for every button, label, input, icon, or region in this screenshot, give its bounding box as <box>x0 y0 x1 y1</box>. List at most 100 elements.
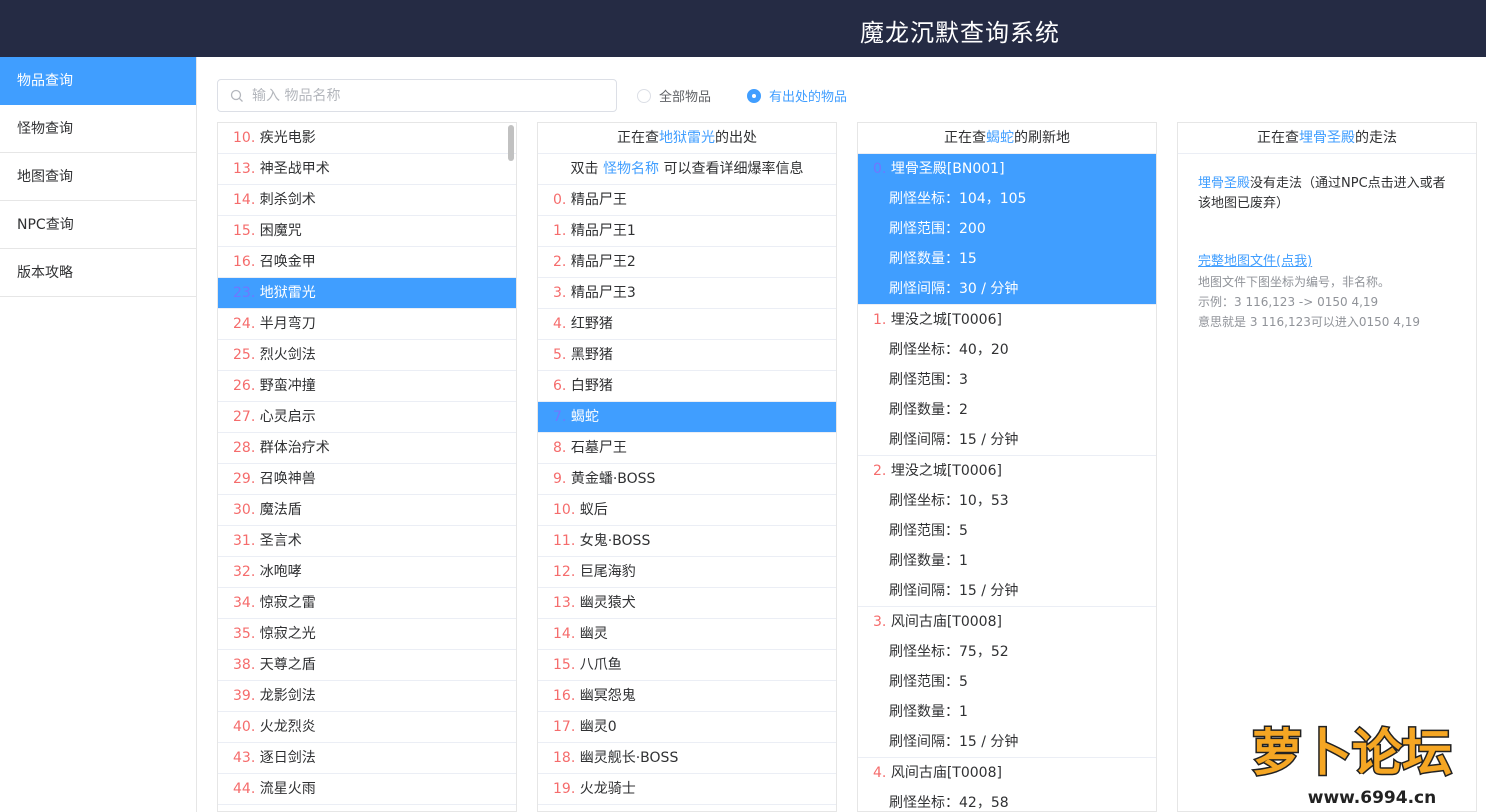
monster-row[interactable]: 4. 红野猪 <box>538 309 836 340</box>
search-input[interactable] <box>252 87 592 104</box>
monster-row[interactable]: 12. 巨尾海豹 <box>538 557 836 588</box>
item-name: 野蛮冲撞 <box>259 378 316 394</box>
monster-row[interactable]: 13. 幽灵猿犬 <box>538 588 836 619</box>
spawn-interval-value: 15 / 分钟 <box>959 432 1019 448</box>
item-row[interactable]: 29. 召唤神兽 <box>218 464 516 495</box>
monster-row[interactable]: 16. 幽冥怨鬼 <box>538 681 836 712</box>
monster-row[interactable]: 11. 女鬼·BOSS <box>538 526 836 557</box>
item-row[interactable]: 39. 龙影剑法 <box>218 681 516 712</box>
spawn-group[interactable]: 2. 埋没之城[T0006] 刷怪坐标：10，53 刷怪范围：5 刷怪数量：1 刷怪间隔… <box>858 456 1156 607</box>
item-row[interactable]: 25. 烈火剑法 <box>218 340 516 371</box>
item-row[interactable]: 13. 神圣战甲术 <box>218 154 516 185</box>
monster-name: 幽灵 <box>579 626 608 642</box>
row-index: 17 <box>553 719 571 735</box>
spawn-range-value: 5 <box>959 523 968 539</box>
route-note-3: 意思就是 3 116,123可以进入0150 4,19 <box>1198 315 1420 329</box>
item-row[interactable]: 24. 半月弯刀 <box>218 309 516 340</box>
spawn-group[interactable]: 4. 风间古庙[T0008] 刷怪坐标：42，58 <box>858 758 1156 811</box>
watermark-url: www.6994.cn <box>1308 788 1436 808</box>
scrollbar-thumb[interactable] <box>508 125 514 161</box>
watermark-title: 萝卜论坛 <box>1252 724 1452 782</box>
monster-row[interactable]: 1. 精品尸王1 <box>538 216 836 247</box>
monster-row[interactable]: 2. 精品尸王2 <box>538 247 836 278</box>
sidebar-item[interactable]: 物品查询 <box>0 57 196 105</box>
monster-row[interactable]: 5. 黑野猪 <box>538 340 836 371</box>
row-index-dot: . <box>250 254 260 270</box>
sidebar-item[interactable]: 怪物查询 <box>0 105 196 153</box>
row-index-dot: . <box>561 409 571 425</box>
row-index: 6 <box>553 378 562 394</box>
item-name: 流星火雨 <box>259 781 316 797</box>
search-icon <box>230 89 243 102</box>
item-search-box[interactable] <box>217 79 617 112</box>
sidebar-item[interactable]: 版本攻略 <box>0 249 196 297</box>
monster-row[interactable]: 17. 幽灵0 <box>538 712 836 743</box>
full-map-file-link[interactable]: 完整地图文件(点我) <box>1198 252 1312 272</box>
header-suffix: 的走法 <box>1355 130 1397 146</box>
header-prefix: 正在查 <box>1257 130 1299 146</box>
monster-row[interactable]: 18. 幽灵舰长·BOSS <box>538 743 836 774</box>
header-suffix: 的出处 <box>715 130 757 146</box>
spawn-map-title: 2. 埋没之城[T0006] <box>858 456 1156 486</box>
item-row[interactable]: 28. 群体治疗术 <box>218 433 516 464</box>
spawn-coord-value: 42，58 <box>959 795 1009 811</box>
item-name: 火龙烈炎 <box>259 719 316 735</box>
monster-row[interactable]: 6. 白野猪 <box>538 371 836 402</box>
sidebar-item[interactable]: NPC查询 <box>0 201 196 249</box>
item-row[interactable]: 44. 流星火雨 <box>218 774 516 805</box>
item-row[interactable]: 23. 地狱雷光 <box>218 278 516 309</box>
item-name: 魔法盾 <box>259 502 302 518</box>
item-list-panel: 10. 疾光电影 13. 神圣战甲术 14. 刺杀剑术 15. 困魔咒 16. 召唤金甲… <box>217 122 517 812</box>
spawn-count-label: 刷怪数量： <box>889 251 959 267</box>
monster-name: 白野猪 <box>570 378 613 394</box>
spawn-count: 刷怪数量：2 <box>858 395 1156 425</box>
monster-row[interactable]: 15. 八爪鱼 <box>538 650 836 681</box>
monster-row[interactable]: 0. 精品尸王 <box>538 185 836 216</box>
row-index-dot: . <box>250 502 260 518</box>
item-row[interactable]: 10. 疾光电影 <box>218 123 516 154</box>
row-index-dot: . <box>570 657 580 673</box>
item-row[interactable]: 15. 困魔咒 <box>218 216 516 247</box>
item-row[interactable]: 32. 冰咆哮 <box>218 557 516 588</box>
row-index: 30 <box>233 502 251 518</box>
item-row[interactable]: 14. 刺杀剑术 <box>218 185 516 216</box>
item-row[interactable]: 35. 惊寂之光 <box>218 619 516 650</box>
item-row[interactable]: 26. 野蛮冲撞 <box>218 371 516 402</box>
monster-row[interactable]: 14. 幽灵 <box>538 619 836 650</box>
row-index: 8 <box>553 440 562 456</box>
row-index: 18 <box>553 750 571 766</box>
filter-all-radio[interactable]: 全部物品 <box>637 86 711 105</box>
item-row[interactable]: 34. 惊寂之雷 <box>218 588 516 619</box>
row-index: 31 <box>233 533 251 549</box>
item-row[interactable]: 43. 逐日剑法 <box>218 743 516 774</box>
monster-row[interactable]: 7. 蝎蛇 <box>538 402 836 433</box>
item-row[interactable]: 40. 火龙烈炎 <box>218 712 516 743</box>
monster-row[interactable]: 3. 精品尸王3 <box>538 278 836 309</box>
row-index: 32 <box>233 564 251 580</box>
row-index-dot: . <box>561 378 571 394</box>
monster-row[interactable]: 9. 黄金蟠·BOSS <box>538 464 836 495</box>
row-index-dot: . <box>250 192 260 208</box>
item-name: 群体治疗术 <box>259 440 330 456</box>
sidebar-item[interactable]: 地图查询 <box>0 153 196 201</box>
spawn-group[interactable]: 1. 埋没之城[T0006] 刷怪坐标：40，20 刷怪范围：3 刷怪数量：2 刷怪间隔… <box>858 305 1156 456</box>
monster-row[interactable]: 10. 蚁后 <box>538 495 836 526</box>
spawn-group[interactable]: 0. 埋骨圣殿[BN001] 刷怪坐标：104，105 刷怪范围：200 刷怪数量：1… <box>858 154 1156 305</box>
row-index-dot: . <box>570 626 580 642</box>
item-row[interactable]: 31. 圣言术 <box>218 526 516 557</box>
monster-list: 0. 精品尸王 1. 精品尸王1 2. 精品尸王2 3. 精品尸王3 4. 红野猪 5. … <box>538 185 836 805</box>
spawn-group[interactable]: 3. 风间古庙[T0008] 刷怪坐标：75，52 刷怪范围：5 刷怪数量：1 刷怪间隔… <box>858 607 1156 758</box>
item-row[interactable]: 30. 魔法盾 <box>218 495 516 526</box>
item-row[interactable]: 27. 心灵启示 <box>218 402 516 433</box>
row-index-dot: . <box>250 409 260 425</box>
row-index: 26 <box>233 378 251 394</box>
hint-prefix: 双击 <box>570 161 603 177</box>
monster-row[interactable]: 19. 火龙骑士 <box>538 774 836 805</box>
item-row[interactable]: 16. 召唤金甲 <box>218 247 516 278</box>
filter-sourced-radio[interactable]: 有出处的物品 <box>747 86 847 105</box>
monster-row[interactable]: 8. 石墓尸王 <box>538 433 836 464</box>
item-name: 地狱雷光 <box>259 285 316 301</box>
item-row[interactable]: 38. 天尊之盾 <box>218 650 516 681</box>
monster-name: 蚁后 <box>579 502 608 518</box>
filter-all-label: 全部物品 <box>659 90 712 105</box>
